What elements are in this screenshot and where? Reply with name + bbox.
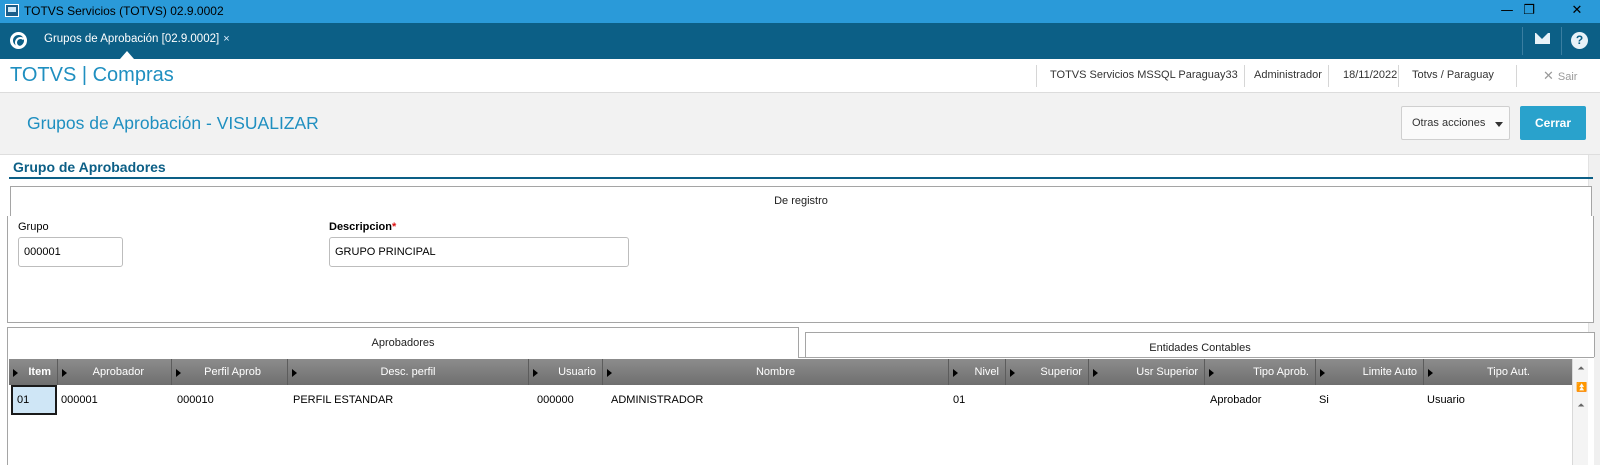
- cell-usuario[interactable]: 000000: [537, 385, 601, 415]
- mail-icon[interactable]: [1535, 33, 1550, 44]
- fields-panel: [7, 216, 1594, 323]
- sort-arrow-icon: [1010, 369, 1015, 377]
- descripcion-field[interactable]: GRUPO PRINCIPAL: [329, 237, 629, 267]
- branch-info: Totvs / Paraguay: [1412, 69, 1494, 81]
- tab-label: Grupos de Aprobación [02.9.0002]: [44, 33, 220, 45]
- app-header: TOTVS | Compras TOTVS Servicios MSSQL Pa…: [0, 59, 1600, 93]
- column-header-label: Item: [28, 366, 51, 378]
- close-button[interactable]: Cerrar: [1520, 106, 1586, 140]
- column-header-label: Perfil Aprob: [204, 366, 261, 378]
- divider: [1328, 65, 1329, 87]
- column-header-nombre[interactable]: Nombre: [603, 359, 949, 385]
- column-header-usuario[interactable]: Usuario: [529, 359, 603, 385]
- column-header-item[interactable]: Item: [9, 359, 58, 385]
- register-tab[interactable]: De registro: [10, 186, 1592, 217]
- section-title: Grupo de Aprobadores: [13, 159, 166, 175]
- descripcion-label: Descripcion*: [329, 221, 396, 233]
- close-window-button[interactable]: ✕: [1554, 0, 1600, 23]
- column-header-tipo-aprob[interactable]: Tipo Aprob.: [1205, 359, 1316, 385]
- sort-arrow-icon: [13, 369, 18, 377]
- column-header-label: Nombre: [755, 366, 796, 378]
- table-row[interactable]: 01 000001 000010 PERFIL ESTANDAR 000000 …: [9, 385, 1572, 415]
- user-info: Administrador: [1254, 69, 1322, 81]
- sort-arrow-icon: [953, 369, 958, 377]
- cell-nombre[interactable]: ADMINISTRADOR: [611, 385, 945, 415]
- window-title: TOTVS Servicios (TOTVS) 02.9.0002: [24, 4, 224, 18]
- divider: [1244, 65, 1245, 87]
- cell-nivel[interactable]: 01: [953, 385, 1003, 415]
- scroll-up-icon[interactable]: ⏶: [1576, 401, 1586, 411]
- grupo-label: Grupo: [18, 221, 49, 233]
- tab-grupos-aprobacion[interactable]: Grupos de Aprobación [02.9.0002] ×: [38, 23, 236, 59]
- column-header-perfil-aprob[interactable]: Perfil Aprob: [172, 359, 288, 385]
- company-info: TOTVS Servicios MSSQL Paraguay33: [1050, 69, 1238, 81]
- exit-label: Sair: [1557, 71, 1578, 83]
- divider: [1036, 65, 1037, 87]
- cell-desc-perfil[interactable]: PERFIL ESTANDAR: [293, 385, 525, 415]
- grid-scrollbar[interactable]: ⏶ ⏫ ⏶: [1572, 359, 1588, 465]
- cell-usr-superior[interactable]: [1093, 385, 1201, 415]
- tab-close-icon[interactable]: ×: [223, 33, 229, 45]
- column-header-label: Aprobador: [92, 366, 144, 378]
- tab-entidades-contables[interactable]: Entidades Contables: [805, 332, 1595, 357]
- sort-arrow-icon: [1093, 369, 1098, 377]
- chevron-down-icon: [1495, 122, 1503, 127]
- tab-bar: Grupos de Aprobación [02.9.0002] × ?: [0, 23, 1600, 59]
- column-header-label: Desc. perfil: [380, 366, 436, 378]
- sort-arrow-icon: [533, 369, 538, 377]
- cell-item[interactable]: 01: [11, 385, 57, 415]
- home-icon[interactable]: [10, 32, 27, 49]
- sort-arrow-icon: [62, 369, 67, 377]
- exit-button[interactable]: ✕ Sair: [1543, 68, 1577, 84]
- divider: [1561, 27, 1562, 55]
- restore-button[interactable]: ❐: [1507, 0, 1551, 23]
- column-header-label: Nivel: [974, 366, 999, 378]
- app-icon: [5, 4, 19, 17]
- date-info: 18/11/2022: [1343, 69, 1398, 81]
- divider: [1522, 27, 1523, 55]
- column-header-aprobador[interactable]: Aprobador: [58, 359, 172, 385]
- more-actions-button[interactable]: Otras acciones: [1401, 106, 1510, 140]
- divider: [1516, 65, 1517, 87]
- column-header-label: Tipo Aprob.: [1253, 366, 1309, 378]
- cell-aprobador[interactable]: 000001: [61, 385, 171, 415]
- scroll-top-icon[interactable]: ⏶: [1576, 364, 1586, 374]
- column-header-label: Tipo Aut.: [1486, 366, 1530, 378]
- cell-perfil-aprob[interactable]: 000010: [177, 385, 287, 415]
- column-header-label: Superior: [1040, 366, 1082, 378]
- column-header-tipo-aut[interactable]: Tipo Aut.: [1424, 359, 1572, 385]
- column-header-label: Usuario: [558, 366, 596, 378]
- help-icon[interactable]: ?: [1571, 32, 1588, 49]
- column-header-desc-perfil[interactable]: Desc. perfil: [288, 359, 529, 385]
- section-divider: [9, 177, 1593, 179]
- cell-limite-auto[interactable]: Si: [1319, 385, 1419, 415]
- scroll-up-page-icon[interactable]: ⏫: [1576, 383, 1587, 393]
- more-actions-label: Otras acciones: [1412, 117, 1486, 129]
- sort-arrow-icon: [1428, 369, 1433, 377]
- column-header-superior[interactable]: Superior: [1006, 359, 1089, 385]
- column-header-nivel[interactable]: Nivel: [949, 359, 1006, 385]
- cell-superior[interactable]: [1009, 385, 1085, 415]
- tab-aprobadores[interactable]: Aprobadores: [7, 327, 799, 358]
- column-header-usr-superior[interactable]: Usr Superior: [1089, 359, 1205, 385]
- sort-arrow-icon: [176, 369, 181, 377]
- cell-tipo-aprob[interactable]: Aprobador: [1210, 385, 1312, 415]
- grupo-field[interactable]: 000001: [18, 237, 123, 267]
- column-header-limite-auto[interactable]: Limite Auto: [1316, 359, 1424, 385]
- descripcion-label-text: Descripcion: [329, 221, 392, 233]
- brand-title: TOTVS | Compras: [10, 64, 174, 86]
- sort-arrow-icon: [1320, 369, 1325, 377]
- active-tab-indicator: [120, 51, 134, 59]
- grid-header: Item Aprobador Perfil Aprob Desc. perfil…: [9, 359, 1572, 385]
- column-header-label: Limite Auto: [1362, 366, 1417, 378]
- divider: [1398, 65, 1399, 87]
- required-marker: *: [391, 221, 397, 233]
- window-title-bar: TOTVS Servicios (TOTVS) 02.9.0002 — ❐ ✕: [0, 0, 1600, 23]
- page-title: Grupos de Aprobación - VISUALIZAR: [27, 113, 319, 133]
- cell-tipo-aut[interactable]: Usuario: [1427, 385, 1567, 415]
- sort-arrow-icon: [1209, 369, 1214, 377]
- close-icon: ✕: [1543, 68, 1554, 83]
- column-header-label: Usr Superior: [1136, 366, 1198, 378]
- page-title-bar: Grupos de Aprobación - VISUALIZAR Otras …: [0, 93, 1600, 155]
